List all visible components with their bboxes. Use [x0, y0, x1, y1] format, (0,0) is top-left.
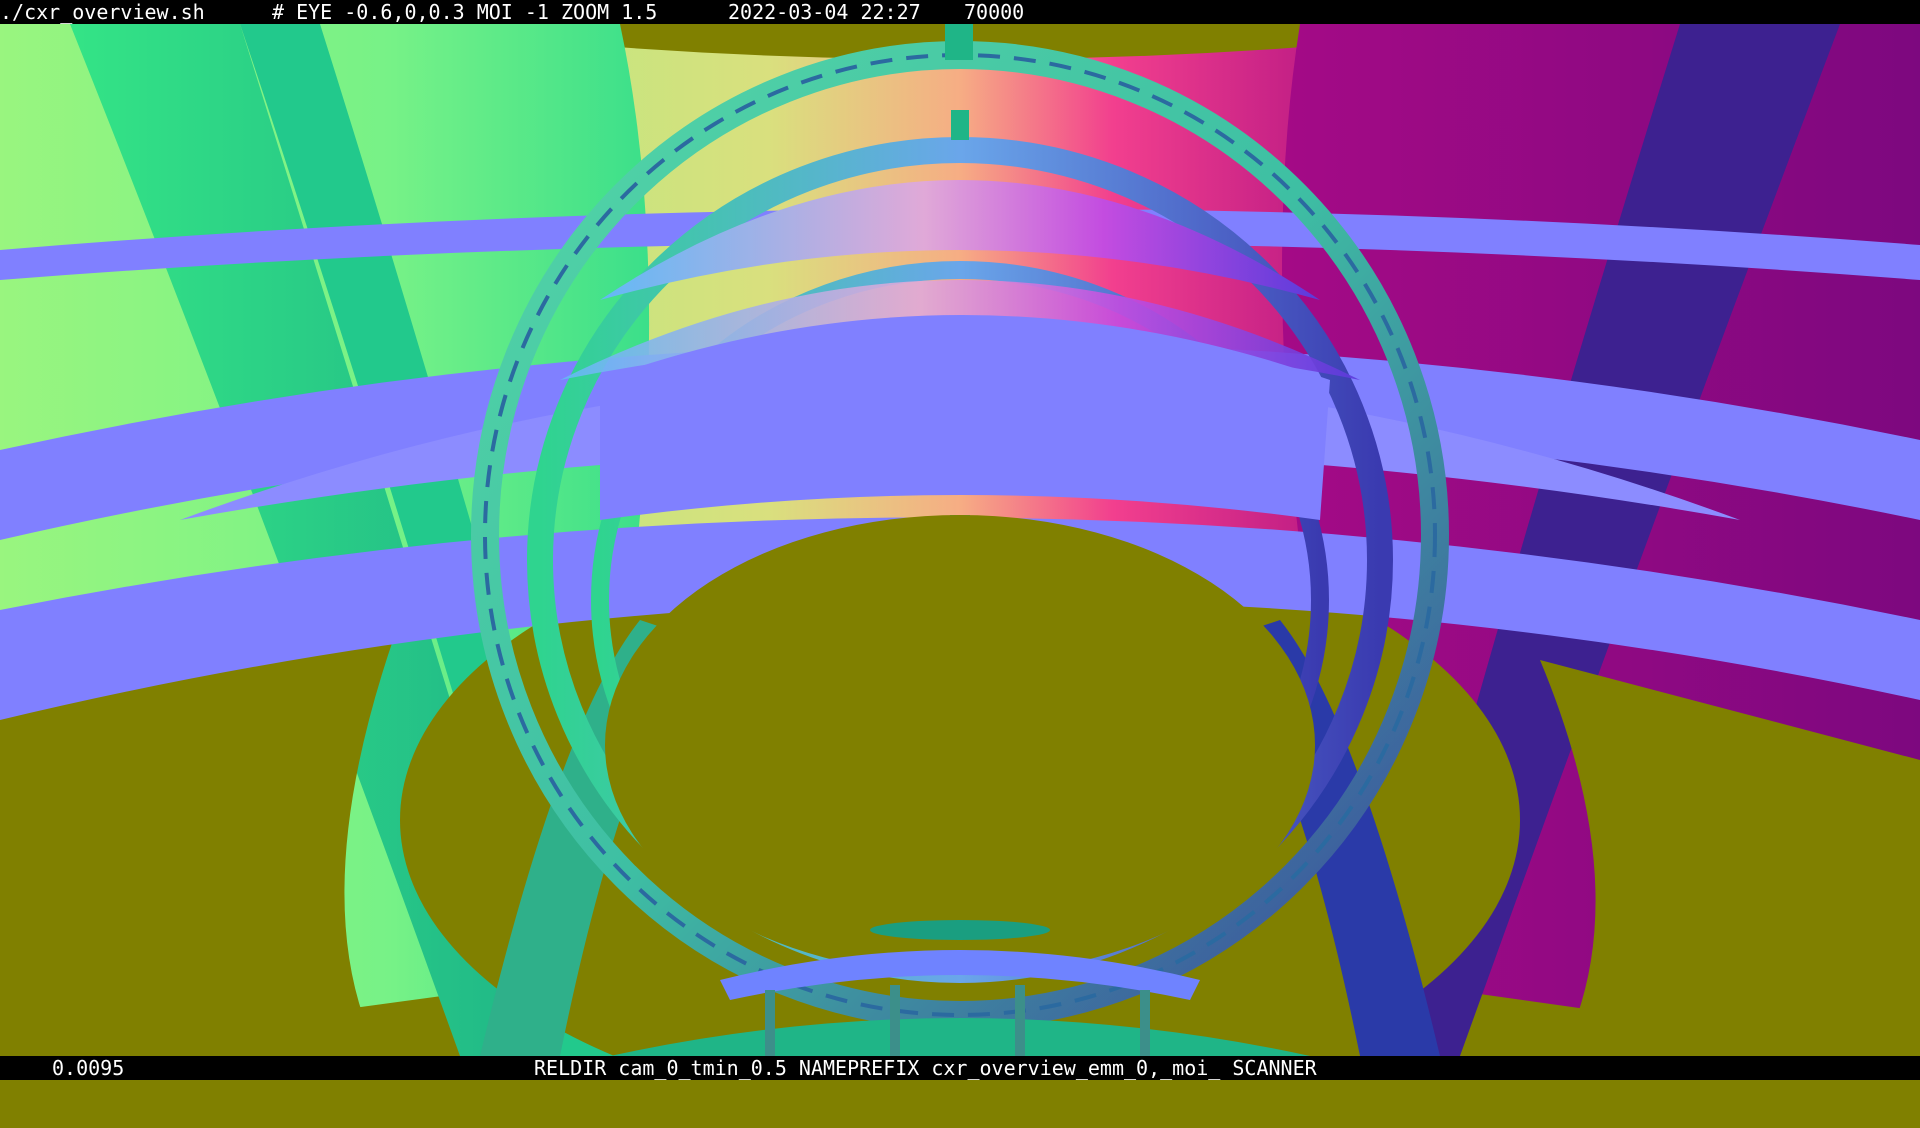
render-viewport[interactable]: [0, 24, 1920, 1056]
script-name: ./cxr_overview.sh: [0, 0, 205, 24]
time-value: 0.0095: [52, 1056, 125, 1080]
floor-reflection: [870, 920, 1050, 940]
support-leg-1: [765, 990, 775, 1056]
timestamp: 2022-03-04 22:27: [728, 0, 921, 24]
support-leg-2: [890, 985, 900, 1056]
render-info: RELDIR cam_0_tmin_0.5 NAMEPREFIX cxr_ove…: [534, 1056, 1317, 1080]
scene-render: [0, 24, 1920, 1056]
support-leg-3: [1015, 985, 1025, 1056]
frame-count: 70000: [964, 0, 1025, 24]
title-bar: ./cxr_overview.sh # EYE -0.6,0,0.3 MOI -…: [0, 0, 1920, 24]
support-leg-4: [1140, 990, 1150, 1056]
vertical-rod-mid: [951, 110, 969, 140]
header-params: # EYE -0.6,0,0.3 MOI -1 ZOOM 1.5: [272, 0, 658, 24]
inner-floor: [605, 515, 1315, 975]
vertical-rod-top: [945, 24, 973, 60]
status-bar: 0.0095 RELDIR cam_0_tmin_0.5 NAMEPREFIX …: [0, 1056, 1920, 1080]
